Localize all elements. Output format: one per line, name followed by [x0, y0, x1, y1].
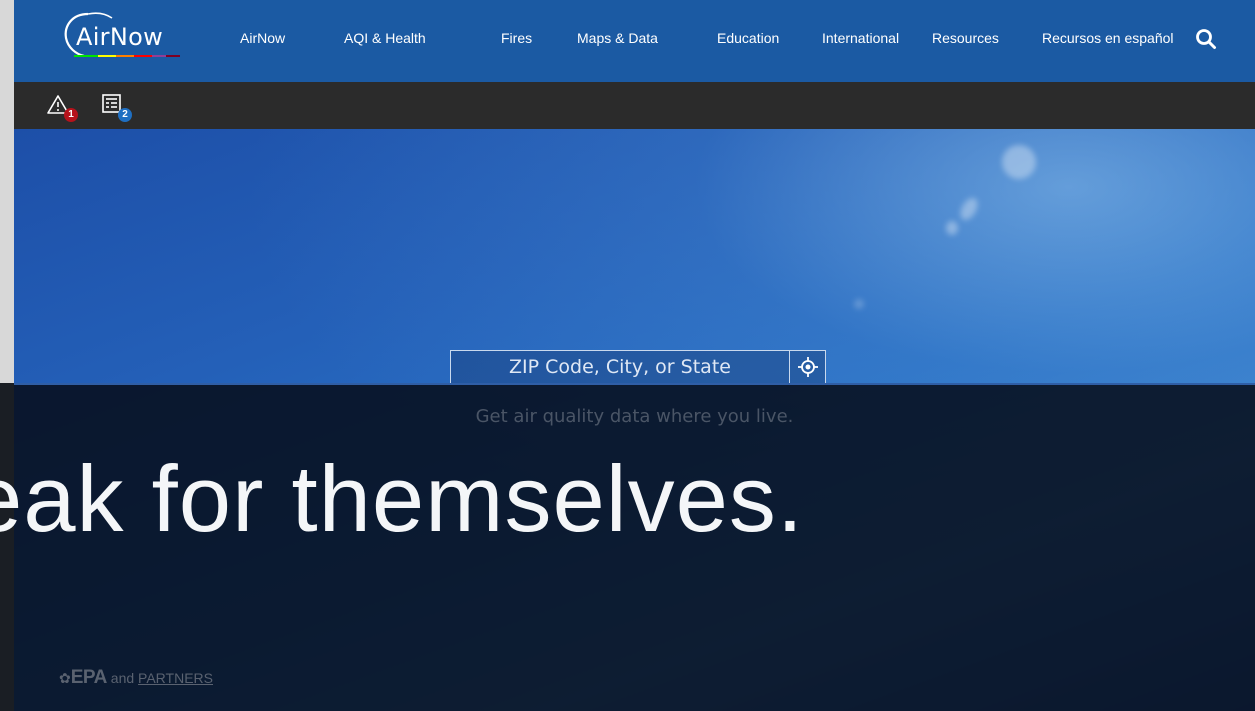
- alerts-button[interactable]: 1: [46, 92, 78, 122]
- use-my-location-button[interactable]: [789, 351, 825, 383]
- alerts-bar: 1 2: [14, 82, 1255, 129]
- nav-item-airnow[interactable]: AirNow: [240, 30, 285, 46]
- caption-banner: eak for themselves.: [0, 445, 1255, 595]
- search-button[interactable]: [1194, 27, 1218, 51]
- alerts-count-badge: 1: [64, 108, 78, 122]
- nav-item-aqi-health[interactable]: AQI & Health: [344, 30, 426, 46]
- search-icon: [1196, 29, 1216, 49]
- logo-text: AirNow: [76, 23, 164, 51]
- crosshair-location-icon: [798, 357, 818, 377]
- nav-item-recursos-espanol[interactable]: Recursos en español: [1042, 30, 1174, 46]
- epa-flower-icon: ✿: [59, 670, 71, 686]
- notices-button[interactable]: 2: [100, 92, 132, 122]
- lens-flare: [946, 221, 958, 235]
- nav-item-resources[interactable]: Resources: [932, 30, 999, 46]
- lens-flare: [1002, 145, 1036, 179]
- partners-link[interactable]: PARTNERS: [138, 670, 213, 686]
- lens-flare: [854, 299, 864, 309]
- nav-item-fires[interactable]: Fires: [501, 30, 532, 46]
- hero-tagline: Get air quality data where you live.: [475, 406, 794, 427]
- lens-flare: [956, 195, 982, 223]
- epa-logo-text: EPA: [70, 667, 108, 688]
- location-search-box: [450, 350, 826, 384]
- top-navigation: AirNow AirNow AQI & Health Fires Maps & …: [14, 0, 1255, 83]
- notices-count-badge: 2: [118, 108, 132, 122]
- airnow-logo[interactable]: AirNow: [58, 10, 198, 62]
- nav-item-education[interactable]: Education: [717, 30, 779, 46]
- epa-partners-credit: ✿EPA and PARTNERS: [59, 667, 213, 689]
- nav-item-maps-data[interactable]: Maps & Data: [577, 30, 658, 46]
- and-text: and: [110, 670, 135, 686]
- nav-item-international[interactable]: International: [822, 30, 899, 46]
- location-search-input[interactable]: [451, 351, 789, 383]
- caption-text: eak for themselves.: [0, 446, 805, 551]
